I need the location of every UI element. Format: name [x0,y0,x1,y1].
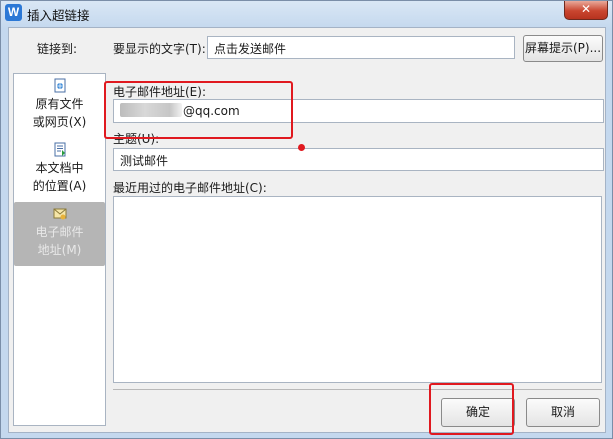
hyperlink-dialog: W 插入超链接 ✕ 链接到: 要显示的文字(T): 点击发送邮件 屏幕提示(P)… [0,0,613,439]
document-place-icon [54,142,65,157]
annotation-box-email [104,81,293,139]
subject-input[interactable]: 测试邮件 [113,148,604,171]
sidebar-item-existing-file[interactable]: 原有文件 或网页(X) [14,78,105,136]
annotation-box-ok [429,383,514,435]
display-text-label: 要显示的文字(T): [113,42,206,56]
cancel-button[interactable]: 取消 [526,398,600,427]
sidebar-item-label: 原有文件 [35,97,84,111]
link-to-label: 链接到: [37,42,78,56]
sidebar-item-place-in-document[interactable]: 本文档中 的位置(A) [14,142,105,200]
screen-tip-button[interactable]: 屏幕提示(P)... [523,35,603,62]
sidebar-item-email-address[interactable]: 电子邮件 地址(M) [14,202,105,266]
sidebar-item-label: 地址(M) [37,243,82,257]
close-button[interactable]: ✕ [564,1,608,20]
email-icon [53,208,66,220]
link-type-sidebar: 原有文件 或网页(X) 本文档中 的位置(A) 电子邮件 地址(M) [13,73,106,426]
dialog-body: 链接到: 要显示的文字(T): 点击发送邮件 屏幕提示(P)... 原有文件 或… [8,27,606,433]
wps-app-icon: W [5,4,22,21]
sidebar-item-label: 本文档中 [35,161,84,175]
sidebar-item-label: 的位置(A) [32,179,87,193]
file-web-icon [54,78,65,93]
display-text-input[interactable]: 点击发送邮件 [207,36,515,59]
divider [113,389,602,390]
annotation-dot [298,144,305,151]
recent-addresses-list[interactable] [113,196,602,383]
sidebar-item-label: 电子邮件 [35,225,84,239]
recent-addresses-label: 最近用过的电子邮件地址(C): [113,181,267,195]
sidebar-item-label: 或网页(X) [32,115,87,129]
dialog-title: 插入超链接 [27,8,90,23]
title-bar: W 插入超链接 ✕ [1,1,612,25]
